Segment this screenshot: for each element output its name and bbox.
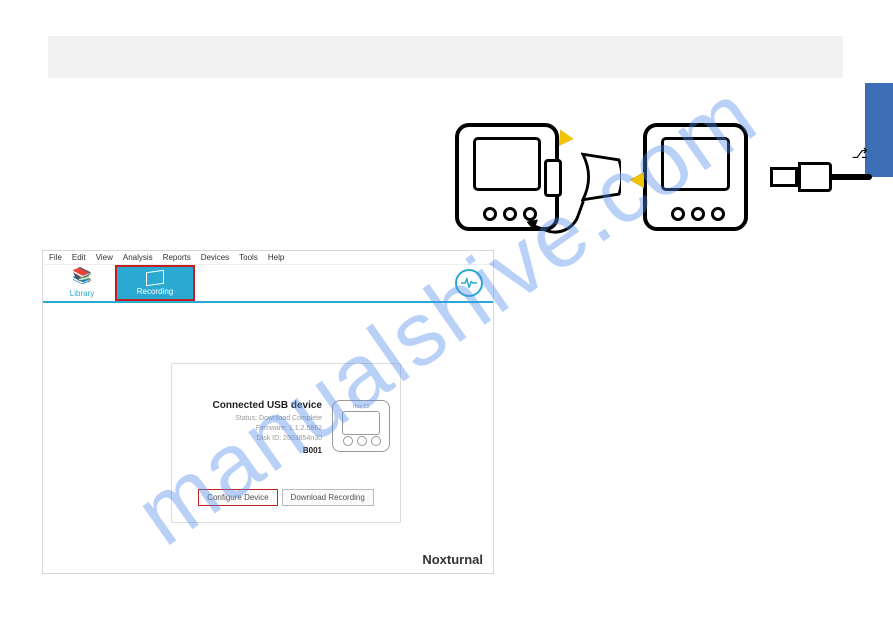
pulse-icon[interactable] [455, 269, 483, 297]
card-line1: Status: Download Complete [184, 414, 322, 424]
card-line2: Firmware: 1.1.2.5862 [184, 424, 322, 434]
tab-library[interactable]: 📚 Library [49, 265, 115, 301]
tab-recording[interactable]: Recording [115, 265, 195, 301]
header-banner [48, 36, 843, 78]
tab-recording-label: Recording [137, 287, 173, 296]
menu-file[interactable]: File [49, 253, 62, 262]
device-thumbnail-icon: Nox T3 [332, 400, 390, 452]
cable-opening-icon [581, 151, 621, 203]
device-open-door-illustration [455, 123, 559, 231]
tab-library-label: Library [70, 289, 94, 298]
page-side-tab [865, 83, 893, 177]
device-usb-plug-illustration [643, 123, 747, 231]
brand-label: Noxturnal [422, 552, 483, 567]
menu-help[interactable]: Help [268, 253, 284, 262]
configure-device-button[interactable]: Configure Device [198, 489, 277, 506]
app-window: File Edit View Analysis Reports Devices … [42, 250, 494, 574]
menu-reports[interactable]: Reports [163, 253, 191, 262]
menu-devices[interactable]: Devices [201, 253, 229, 262]
arrow-insert-icon [630, 172, 644, 188]
download-recording-button[interactable]: Download Recording [282, 489, 374, 506]
library-icon: 📚 [72, 269, 92, 285]
tab-bar: 📚 Library Recording [43, 265, 493, 303]
menu-view[interactable]: View [96, 253, 113, 262]
card-title: Connected USB device [184, 400, 322, 411]
device-illustration: ⎇ [455, 112, 855, 242]
usb-symbol-icon: ⎇ [852, 145, 868, 162]
connected-device-card: Connected USB device Status: Download Co… [171, 363, 401, 523]
usb-cable-illustration: ⎇ [770, 157, 855, 197]
recording-icon [146, 269, 164, 286]
menu-tools[interactable]: Tools [239, 253, 258, 262]
menu-bar: File Edit View Analysis Reports Devices … [43, 251, 493, 265]
menu-analysis[interactable]: Analysis [123, 253, 153, 262]
device-thumbnail-label: Nox T3 [353, 404, 369, 410]
card-line3: Disk ID: 2803854n30 [184, 434, 322, 444]
menu-edit[interactable]: Edit [72, 253, 86, 262]
card-line4: B001 [184, 446, 322, 455]
